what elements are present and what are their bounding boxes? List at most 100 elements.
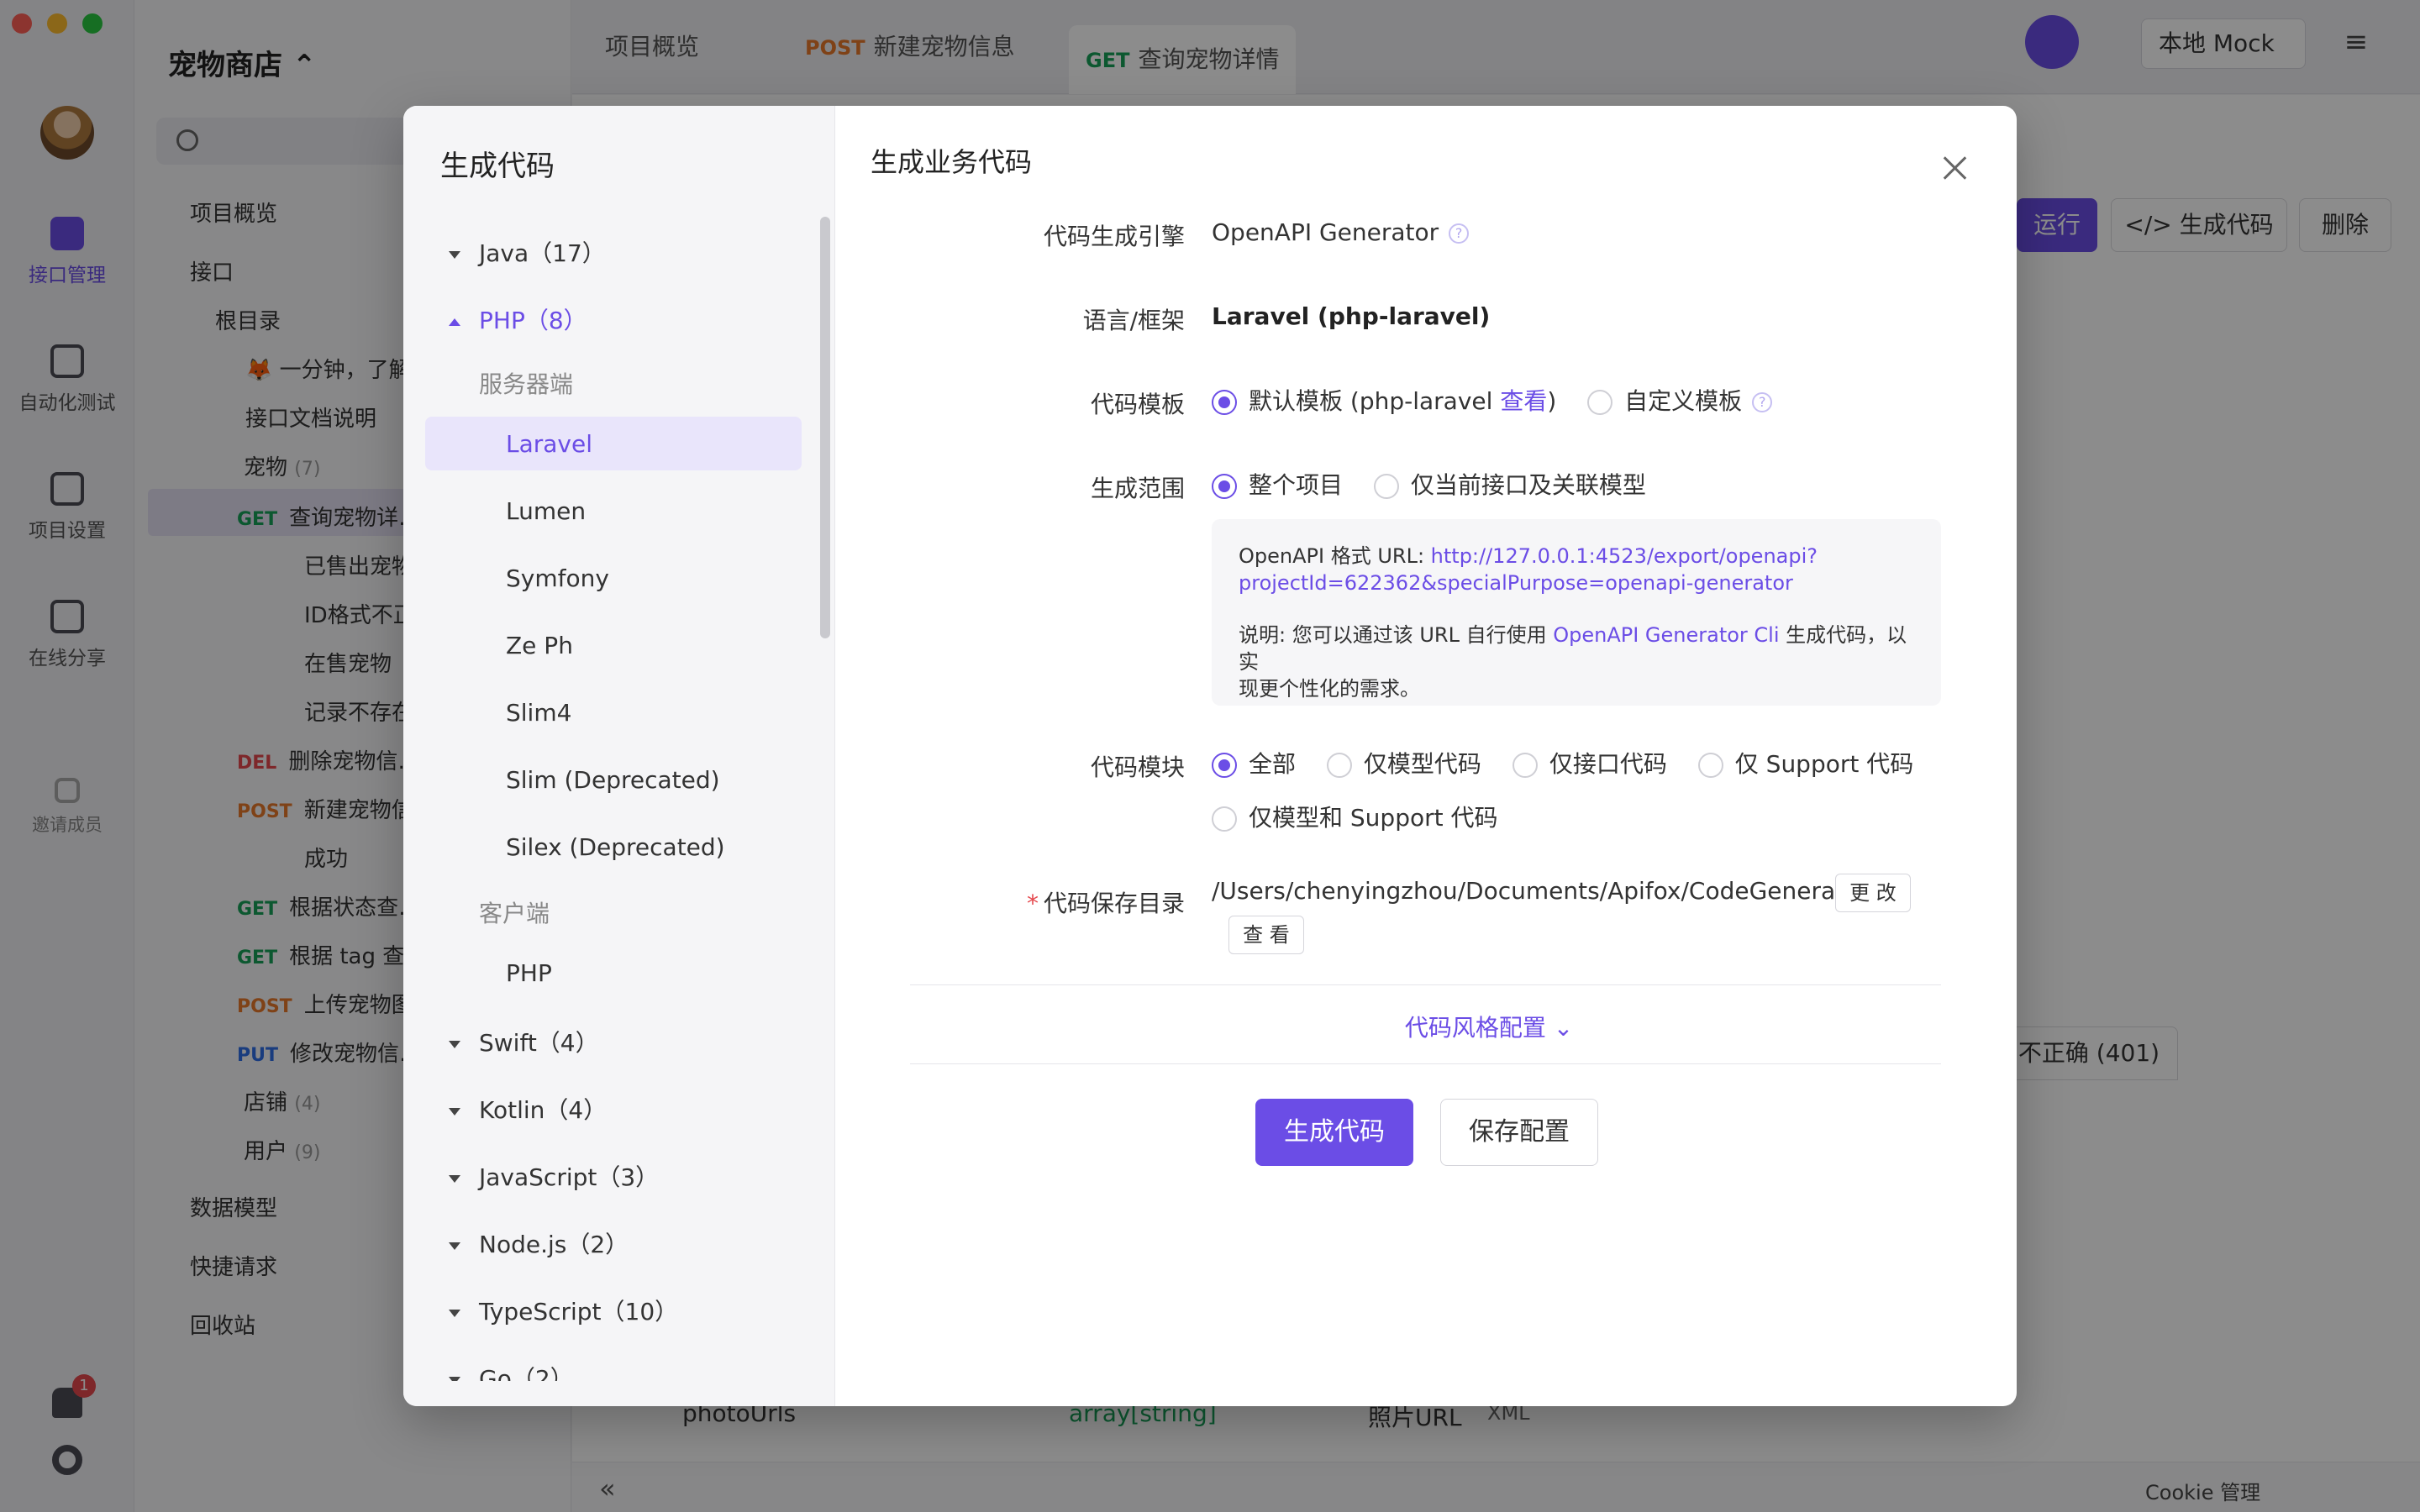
generator-cli-link[interactable]: OpenAPI Generator Cli bbox=[1553, 623, 1779, 647]
info-text: 现更个性化的需求。 bbox=[1239, 677, 1420, 701]
template-custom-option[interactable]: 自定义模板? bbox=[1587, 383, 1773, 417]
option-text: 仅模型代码 bbox=[1363, 750, 1481, 778]
openapi-note: 说明: 您可以通过该 URL 自行使用 OpenAPI Generator Cl… bbox=[1239, 622, 1914, 702]
caret-up-icon bbox=[449, 318, 460, 326]
openapi-url-line: OpenAPI 格式 URL: http://127.0.0.1:4523/ex… bbox=[1239, 543, 1914, 596]
caret-down-icon bbox=[449, 250, 460, 259]
info-text: 说明: 您可以通过该 URL 自行使用 bbox=[1239, 623, 1554, 647]
fw-php-client[interactable]: PHP bbox=[506, 959, 552, 987]
scope-current-option[interactable]: 仅当前接口及关联模型 bbox=[1373, 467, 1646, 501]
scope-label: 生成范围 bbox=[1090, 475, 1185, 502]
lang-label: 语言/框架 bbox=[1082, 307, 1185, 334]
option-text: 仅模型和 Support 代码 bbox=[1249, 804, 1498, 832]
group-server: 服务器端 bbox=[479, 370, 574, 398]
option-text: 仅当前接口及关联模型 bbox=[1410, 471, 1646, 499]
info-label: OpenAPI 格式 URL: bbox=[1239, 544, 1431, 568]
lang-label: Swift（4） bbox=[479, 1029, 599, 1057]
template-default-option[interactable]: 默认模板 (php-laravel 查看) bbox=[1212, 383, 1556, 417]
module-model-support-option[interactable]: 仅模型和 Support 代码 bbox=[1212, 800, 1498, 833]
lang-label: Go（2） bbox=[479, 1365, 574, 1381]
language-list: 生成代码 Java（17） PHP（8） 服务器端 Laravel Lumen … bbox=[403, 106, 835, 1406]
radio-unchecked-icon bbox=[1326, 753, 1352, 778]
dir-value: /Users/chenyingzhou/Documents/Apifox/Cod… bbox=[1212, 877, 1869, 905]
lang-label: Kotlin（4） bbox=[479, 1096, 608, 1124]
module-all-option[interactable]: 全部 bbox=[1212, 746, 1296, 780]
lang-value: Laravel (php-laravel) bbox=[1212, 302, 1491, 330]
module-api-option[interactable]: 仅接口代码 bbox=[1512, 746, 1667, 780]
save-config-button[interactable]: 保存配置 bbox=[1440, 1099, 1598, 1166]
lang-label: JavaScript（3） bbox=[479, 1163, 660, 1191]
caret-down-icon bbox=[449, 1040, 460, 1048]
dir-view-button[interactable]: 查 看 bbox=[1228, 916, 1304, 954]
fw-lumen[interactable]: Lumen bbox=[506, 497, 586, 525]
code-style-config-toggle[interactable]: 代码风格配置 ⌄ bbox=[1338, 1010, 1640, 1043]
lang-label: Java（17） bbox=[479, 239, 606, 267]
lang-swift[interactable]: Swift（4） bbox=[449, 1025, 599, 1058]
radio-unchecked-icon bbox=[1512, 753, 1538, 778]
module-options-row1: 全部 仅模型代码 仅接口代码 仅 Support 代码 bbox=[1212, 746, 1937, 780]
engine-text: OpenAPI Generator bbox=[1212, 218, 1439, 246]
option-text: ) bbox=[1547, 387, 1557, 415]
radio-checked-icon bbox=[1212, 753, 1237, 778]
lang-label: TypeScript（10） bbox=[479, 1298, 679, 1326]
fw-slim4[interactable]: Slim4 bbox=[506, 699, 571, 727]
module-label: 代码模块 bbox=[1090, 753, 1185, 781]
fw-zeph[interactable]: Ze Ph bbox=[506, 632, 573, 659]
radio-checked-icon bbox=[1212, 390, 1237, 415]
generate-code-button[interactable]: 生成代码 bbox=[1255, 1099, 1413, 1166]
engine-label: 代码生成引擎 bbox=[1043, 223, 1185, 250]
right-title: 生成业务代码 bbox=[871, 146, 1033, 178]
lang-label: Node.js（2） bbox=[479, 1231, 629, 1258]
lang-typescript[interactable]: TypeScript（10） bbox=[449, 1294, 678, 1327]
openapi-url-link[interactable]: projectId=622362&specialPurpose=openapi-… bbox=[1239, 571, 1793, 595]
lang-go[interactable]: Go（2） bbox=[449, 1361, 574, 1381]
fw-laravel[interactable]: Laravel bbox=[506, 430, 592, 458]
openapi-url-link[interactable]: http://127.0.0.1:4523/export/openapi? bbox=[1431, 544, 1818, 568]
close-icon[interactable] bbox=[1938, 151, 1971, 185]
template-options: 默认模板 (php-laravel 查看) 自定义模板? bbox=[1212, 383, 1796, 417]
fw-silex[interactable]: Silex (Deprecated) bbox=[506, 833, 725, 861]
help-icon[interactable]: ? bbox=[1449, 223, 1470, 244]
option-text: 全部 bbox=[1249, 750, 1297, 778]
divider bbox=[910, 984, 1941, 985]
lang-label: PHP（8） bbox=[479, 307, 587, 334]
scrollbar[interactable] bbox=[820, 217, 830, 638]
lang-kotlin[interactable]: Kotlin（4） bbox=[449, 1092, 607, 1126]
caret-down-icon bbox=[449, 1242, 460, 1250]
module-options-row2: 仅模型和 Support 代码 bbox=[1212, 800, 1522, 833]
option-text: 仅 Support 代码 bbox=[1734, 750, 1914, 778]
required-mark: * bbox=[1026, 890, 1039, 917]
radio-checked-icon bbox=[1212, 474, 1237, 499]
lang-java[interactable]: Java（17） bbox=[449, 235, 606, 269]
scope-options: 整个项目 仅当前接口及关联模型 bbox=[1212, 467, 1670, 501]
group-client: 客户端 bbox=[479, 900, 550, 927]
label-text: 代码保存目录 bbox=[1043, 890, 1185, 917]
lang-nodejs[interactable]: Node.js（2） bbox=[449, 1226, 629, 1260]
engine-value: OpenAPI Generator? bbox=[1212, 218, 1470, 246]
module-support-option[interactable]: 仅 Support 代码 bbox=[1697, 746, 1914, 780]
template-label: 代码模板 bbox=[1090, 391, 1185, 418]
scope-all-option[interactable]: 整个项目 bbox=[1212, 467, 1343, 501]
divider bbox=[910, 1063, 1941, 1064]
radio-unchecked-icon bbox=[1697, 753, 1723, 778]
selected-framework-bg bbox=[425, 417, 802, 470]
lang-php[interactable]: PHP（8） bbox=[449, 302, 587, 336]
caret-down-icon bbox=[449, 1309, 460, 1317]
template-view-link[interactable]: 查看 bbox=[1500, 387, 1547, 415]
lang-javascript[interactable]: JavaScript（3） bbox=[449, 1159, 659, 1193]
radio-unchecked-icon bbox=[1587, 390, 1613, 415]
dir-label: * 代码保存目录 bbox=[781, 885, 1185, 919]
fw-symfony[interactable]: Symfony bbox=[506, 564, 609, 592]
generate-code-modal: 生成代码 Java（17） PHP（8） 服务器端 Laravel Lumen … bbox=[403, 106, 2017, 1406]
option-text: 自定义模板 bbox=[1624, 387, 1743, 415]
radio-unchecked-icon bbox=[1212, 806, 1237, 832]
openapi-info-box: OpenAPI 格式 URL: http://127.0.0.1:4523/ex… bbox=[1212, 519, 1941, 706]
caret-down-icon bbox=[449, 1376, 460, 1381]
option-text: 默认模板 (php-laravel bbox=[1249, 387, 1501, 415]
dir-change-button[interactable]: 更 改 bbox=[1835, 874, 1911, 912]
option-text: 仅接口代码 bbox=[1549, 750, 1667, 778]
module-model-option[interactable]: 仅模型代码 bbox=[1326, 746, 1481, 780]
fw-slim[interactable]: Slim (Deprecated) bbox=[506, 766, 720, 794]
caret-down-icon bbox=[449, 1174, 460, 1183]
help-icon[interactable]: ? bbox=[1752, 392, 1773, 412]
